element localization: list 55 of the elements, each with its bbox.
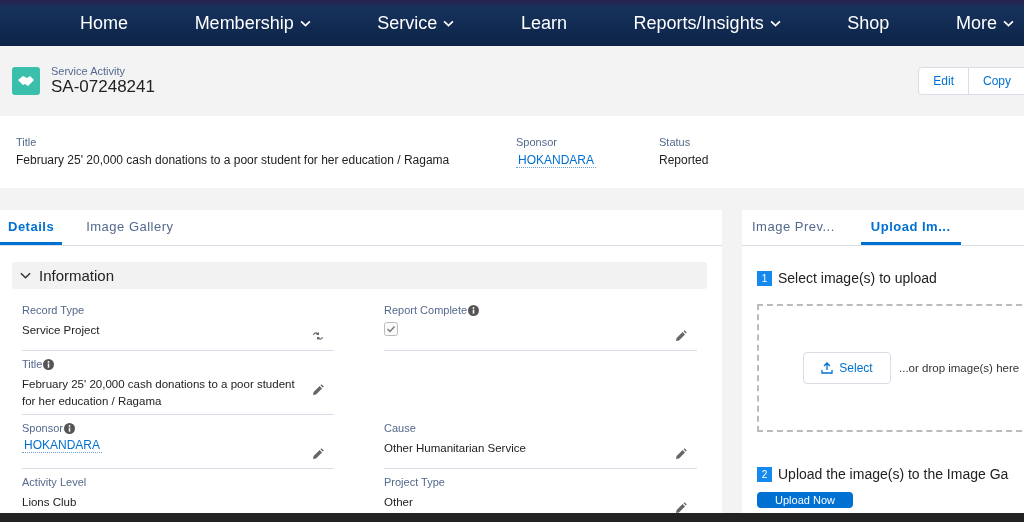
field-label: Sponsor [516,136,558,148]
upload-icon [821,362,834,374]
chevron-down-icon [769,19,781,27]
step-number: 1 [757,270,772,286]
field-label: Activity Level [22,476,87,488]
field-label: Title [22,358,43,370]
info-icon [43,358,55,370]
drop-hint: ...or drop image(s) here [899,362,1020,374]
chevron-icon [20,271,31,280]
field-label: Report Complete [384,304,468,316]
field-label: Title [16,136,38,148]
field-value: February 25' 20,000 cash donations to a poor student for her education / Ragama [16,153,451,167]
field-value: Service Project [22,323,100,338]
swap-icon[interactable] [312,330,324,342]
drop-zone[interactable]: Select ...or drop image(s) here [757,304,1024,432]
chevron-down-icon [1002,19,1014,27]
section-header[interactable]: Information [12,262,707,289]
record-name: SA-07248241 [51,77,155,97]
section-title: Information [39,267,115,284]
field-label: Status [659,136,692,148]
tab[interactable]: Image Gallery [78,210,182,245]
nav-item[interactable]: More [955,12,1014,34]
field-label: Sponsor [22,422,63,434]
nav-item[interactable]: Service [377,12,455,34]
tab[interactable]: Image Prev... [742,210,845,245]
nav-item[interactable]: Reports/Insights [633,12,781,34]
field-value: Other Humanitarian Service [384,441,526,456]
nav-item[interactable]: Membership [194,12,311,34]
action-button[interactable]: Edit [918,67,969,95]
info-icon [64,422,75,434]
chevron-down-icon [299,19,311,27]
field-label: Record Type [22,304,85,316]
field-label: Project Type [384,476,445,488]
step-title: Upload the image(s) to the Image Ga [778,466,1009,482]
nav-item[interactable]: Learn [520,12,567,34]
field-value: Other [384,495,413,510]
field-label: Cause [384,422,416,434]
step-title: Select image(s) to upload [778,270,937,286]
upload-now-button[interactable]: Upload Now [757,492,853,508]
select-button[interactable]: Select [803,352,891,384]
action-button[interactable]: Copy [968,67,1024,95]
nav-item[interactable]: Shop [847,12,890,34]
step-number: 2 [757,466,772,482]
tab[interactable]: Upload Im... [860,210,961,245]
chevron-down-icon [443,19,455,27]
sponsor-link[interactable]: HOKANDARA [22,438,102,453]
field-value: Lions Club [22,495,77,510]
nav-item[interactable]: Home [80,12,128,34]
field-value: Reported [659,153,709,167]
sponsor-link[interactable]: HOKANDARA [516,153,596,168]
object-type-label: Service Activity [51,65,126,77]
pencil-icon[interactable] [675,502,687,514]
field-value: February 25' 20,000 cash donations to a poor student for her education / Ragama [22,377,296,409]
info-icon [468,304,480,316]
tab[interactable]: Details [0,210,63,245]
